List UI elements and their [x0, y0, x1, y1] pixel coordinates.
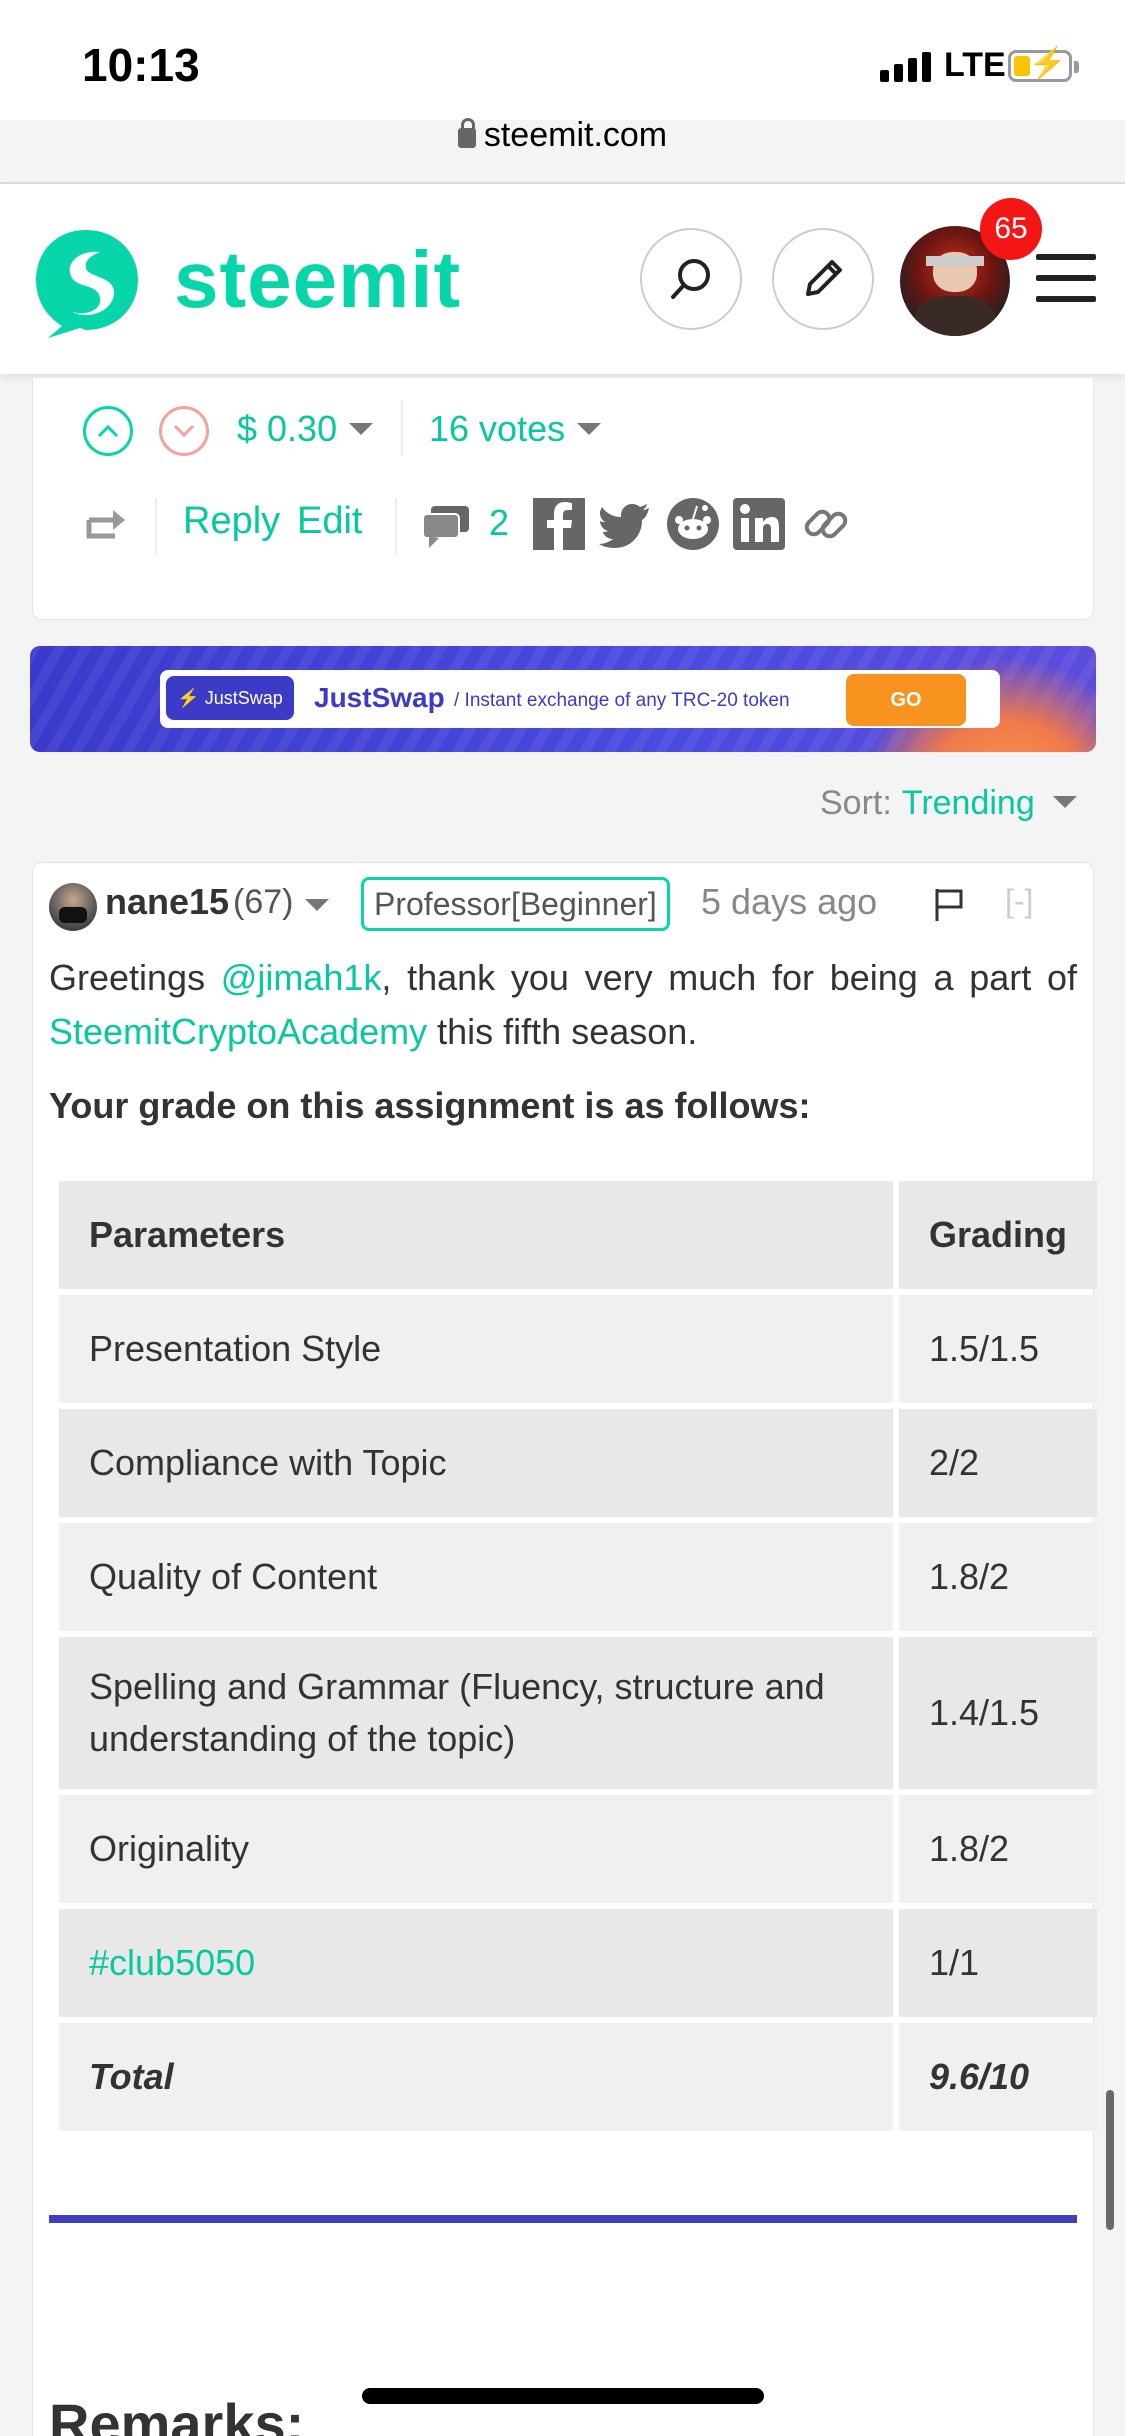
- link-icon[interactable]: [801, 498, 853, 550]
- battery-icon: ⚡: [1008, 49, 1079, 82]
- table-row: Quality of Content 1.8/2: [59, 1523, 1097, 1631]
- horizontal-rule: [49, 2215, 1077, 2223]
- comments-icon[interactable]: [421, 502, 473, 550]
- comment-card: nane15 (67) Professor[Beginner] 5 days a…: [32, 862, 1097, 2436]
- greeting-text: Greetings: [49, 957, 221, 998]
- search-icon: [671, 259, 710, 299]
- clock: 10:13: [82, 39, 200, 91]
- twitter-icon[interactable]: [599, 498, 651, 550]
- downvote-button[interactable]: [159, 406, 209, 456]
- collapse-toggle[interactable]: [-]: [1005, 883, 1033, 920]
- total-grade: 9.6/10: [928, 2056, 1030, 2097]
- banner-tag: ⚡ JustSwap: [166, 676, 294, 720]
- table-header-row: Parameters Grading: [59, 1181, 1097, 1289]
- separator: [401, 400, 403, 456]
- author-title-badge: Professor[Beginner]: [361, 877, 670, 931]
- table-row: Presentation Style 1.5/1.5: [59, 1295, 1097, 1403]
- caret-down-icon: [349, 423, 374, 435]
- parameter-cell: Quality of Content: [89, 1556, 378, 1597]
- steemit-logo-icon[interactable]: [28, 224, 144, 340]
- reddit-icon[interactable]: [667, 498, 719, 550]
- status-bar: 10:13 LTE ⚡ steemit.com: [0, 0, 1125, 154]
- table-row: #club5050 1/1: [59, 1909, 1097, 2017]
- chevron-up-icon: [97, 424, 119, 438]
- column-header: Parameters: [89, 1214, 286, 1255]
- user-mention-link[interactable]: @jimah1k: [221, 957, 382, 998]
- reblog-icon[interactable]: [85, 506, 129, 542]
- grade-cell: 1.8/2: [928, 1556, 1010, 1597]
- pencil-icon: [806, 260, 842, 296]
- comment-greeting: Greetings @jimah1k, thank you very much …: [49, 951, 1077, 1059]
- hashtag-link[interactable]: #club5050: [59, 1909, 893, 2017]
- votes-count: 16 votes: [429, 408, 566, 449]
- payout-amount: $ 0.30: [237, 408, 338, 449]
- brand-name[interactable]: steemit: [174, 234, 461, 326]
- hashtag-text[interactable]: #club5050: [89, 1942, 255, 1983]
- grade-cell: 1.4/1.5: [928, 1692, 1040, 1733]
- payout-dropdown[interactable]: $ 0.30: [237, 408, 374, 450]
- sort-dropdown[interactable]: Sort: Trending: [820, 784, 1077, 823]
- community-link[interactable]: SteemitCryptoAcademy: [49, 1011, 427, 1052]
- linkedin-icon[interactable]: [733, 498, 785, 550]
- sort-label: Sort:: [820, 784, 892, 822]
- comments-count[interactable]: 2: [489, 502, 509, 544]
- grade-table: Parameters Grading Presentation Style 1.…: [53, 1175, 1103, 2137]
- signal-icon: [880, 52, 931, 82]
- address-bar[interactable]: steemit.com: [0, 116, 1125, 155]
- total-label: Total: [89, 2056, 174, 2097]
- search-button[interactable]: [640, 228, 742, 330]
- separator: [395, 498, 397, 554]
- votes-dropdown[interactable]: 16 votes: [429, 408, 602, 450]
- facebook-icon[interactable]: [533, 498, 585, 550]
- commenter-avatar[interactable]: [49, 883, 97, 931]
- grade-cell: 1.5/1.5: [928, 1328, 1040, 1369]
- greeting-text: , thank you very much for being a part o…: [381, 957, 1078, 998]
- site-header: steemit 65: [0, 184, 1125, 374]
- justswap-ad-banner[interactable]: ⚡ JustSwap JustSwap / Instant exchange o…: [30, 646, 1096, 752]
- parameter-cell: Spelling and Grammar (Fluency, structure…: [89, 1666, 825, 1759]
- grade-cell: 1.8/2: [928, 1828, 1010, 1869]
- upvote-button[interactable]: [83, 406, 133, 456]
- url-text: steemit.com: [483, 116, 668, 154]
- reply-link[interactable]: Reply: [183, 500, 280, 543]
- network-type: LTE: [944, 46, 1006, 84]
- grade-cell: 1/1: [928, 1942, 980, 1983]
- separator: [155, 498, 157, 554]
- sort-value: Trending: [901, 784, 1035, 822]
- table-total-row: Total 9.6/10: [59, 2023, 1097, 2131]
- banner-subtitle: / Instant exchange of any TRC-20 token: [454, 690, 790, 711]
- table-row: Compliance with Topic 2/2: [59, 1409, 1097, 1517]
- flag-icon[interactable]: [933, 887, 965, 923]
- comment-author[interactable]: nane15: [105, 881, 229, 923]
- author-menu-caret-icon[interactable]: [305, 899, 329, 911]
- edit-link[interactable]: Edit: [297, 500, 362, 543]
- scrollbar[interactable]: [1106, 2090, 1114, 2230]
- hamburger-menu-icon[interactable]: [1036, 254, 1096, 317]
- remarks-heading: Remarks:: [49, 2392, 305, 2436]
- grade-cell: 2/2: [928, 1442, 980, 1483]
- post-footer-card: $ 0.30 16 votes Reply Edit 2: [32, 378, 1094, 620]
- grade-intro: Your grade on this assignment is as foll…: [49, 1085, 811, 1126]
- parameter-cell: Originality: [89, 1828, 250, 1869]
- chevron-down-icon: [173, 424, 195, 438]
- table-row: Originality 1.8/2: [59, 1795, 1097, 1903]
- column-header: Grading: [928, 1214, 1067, 1255]
- caret-down-icon: [1052, 796, 1077, 808]
- banner-title: JustSwap: [314, 682, 445, 713]
- caret-down-icon: [577, 423, 602, 435]
- parameter-cell: Presentation Style: [89, 1328, 382, 1369]
- lock-icon: [457, 118, 476, 148]
- author-reputation: (67): [233, 883, 294, 921]
- parameter-cell: Compliance with Topic: [89, 1442, 447, 1483]
- table-row: Spelling and Grammar (Fluency, structure…: [59, 1637, 1097, 1789]
- home-indicator[interactable]: [362, 2388, 764, 2404]
- compose-button[interactable]: [772, 228, 874, 330]
- greeting-text: this fifth season.: [427, 1011, 698, 1052]
- banner-go-button[interactable]: GO: [846, 674, 966, 726]
- banner-tag-label: JustSwap: [204, 687, 283, 708]
- notification-badge[interactable]: 65: [980, 198, 1042, 260]
- comment-timestamp[interactable]: 5 days ago: [701, 881, 877, 923]
